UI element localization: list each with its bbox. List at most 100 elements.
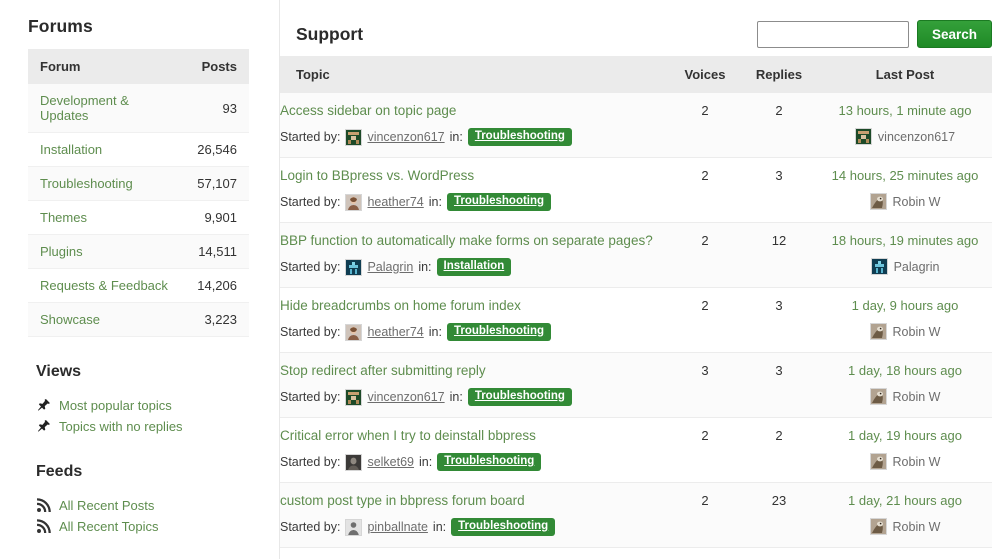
topic-link[interactable]: Access sidebar on topic page [280,103,670,119]
view-item[interactable]: Topics with no replies [36,416,249,437]
feed-item[interactable]: All Recent Posts [36,495,249,516]
last-post-time-link[interactable]: 1 day, 21 hours ago [818,493,992,509]
voices-cell: 2 [670,93,740,158]
last-post-time-link[interactable]: 13 hours, 1 minute ago [818,103,992,119]
avatar [854,128,872,145]
feed-link[interactable]: All Recent Posts [59,498,154,513]
avatar [870,258,888,275]
last-post-cell: 13 hours, 1 minute ago vincenzon617 [818,93,992,158]
forum-link[interactable]: Troubleshooting [40,176,133,191]
forum-badge[interactable]: Troubleshooting [467,388,572,406]
last-post-user-link[interactable]: Robin W [893,195,941,209]
in-label: in: [428,325,442,339]
last-post-user-link[interactable]: Robin W [893,520,941,534]
author-link[interactable]: selket69 [367,455,414,469]
forum-link[interactable]: Showcase [40,312,100,327]
forum-link[interactable]: Requests & Feedback [40,278,168,293]
forum-link[interactable]: Themes [40,210,87,225]
last-post-time-link[interactable]: 14 hours, 25 minutes ago [818,168,992,184]
topic-meta: Started by: pinballnate in: Troubleshooting [280,518,670,536]
avatar [345,388,363,406]
forum-name-cell: Development & Updates [28,84,186,133]
author-link[interactable]: vincenzon617 [367,130,444,144]
voices-col-header: Voices [670,56,740,93]
topic-meta: Started by: vincenzon617 in: Troubleshootin… [280,388,670,406]
author-link[interactable]: vincenzon617 [367,390,444,404]
last-post-user-link[interactable]: Robin W [893,455,941,469]
forum-table-head: Forum Posts [28,49,249,84]
view-link[interactable]: Most popular topics [59,398,172,413]
forum-name-cell: Troubleshooting [28,166,186,201]
last-post-cell: 14 hours, 25 minutes ago Robin W [818,157,992,223]
topic-link[interactable]: custom post type in bbpress forum board [280,493,670,509]
forum-link[interactable]: Installation [40,142,102,157]
author-link[interactable]: heather74 [367,195,423,209]
author-link[interactable]: pinballnate [367,520,427,534]
forum-badge[interactable]: Troubleshooting [446,323,552,341]
feed-link[interactable]: All Recent Topics [59,519,158,534]
avatar [345,128,363,146]
last-post-user-link[interactable]: vincenzon617 [878,130,955,144]
last-post-user-link[interactable]: Palagrin [894,260,940,274]
topic-link[interactable]: Critical error when I try to deinstall b… [280,428,670,444]
last-post-time-link[interactable]: 1 day, 9 hours ago [818,298,992,314]
topics-table-body: Access sidebar on topic page Started by: v… [280,93,992,559]
topic-cell: Stop redirect after submitting reply Star… [280,352,670,418]
last-post-cell: 1 day, 9 hours ago Robin W [818,287,992,353]
view-link[interactable]: Topics with no replies [59,419,183,434]
forum-badge[interactable]: Troubleshooting [437,453,542,471]
topic-meta: Started by: heather74 in: Troubleshooting [280,193,670,211]
last-post-cell: 1 day, 19 hours ago Robin W [818,417,992,483]
feed-item[interactable]: All Recent Topics [36,516,249,537]
forum-link[interactable]: Development & Updates [40,93,129,123]
last-post-user-link[interactable]: Robin W [893,325,941,339]
replies-cell: 3 [740,352,818,418]
last-post-user: Robin W [818,323,992,340]
table-row: BBP function to automatically make forms… [280,222,992,288]
topic-meta: Started by: selket69 in: Troubleshooting [280,453,670,471]
topic-col-header: Topic [280,56,670,93]
replies-cell: 12 [740,222,818,288]
last-post-user: Robin W [818,388,992,405]
forum-badge[interactable]: Installation [436,258,512,276]
author-link[interactable]: heather74 [367,325,423,339]
search-input[interactable] [756,20,909,48]
author-link[interactable]: Palagrin [367,260,413,274]
search-button[interactable]: Search [916,20,992,48]
forum-row: Development & Updates 93 [28,84,249,133]
forum-row: Showcase 3,223 [28,302,249,337]
topic-link[interactable]: Stop redirect after submitting reply [280,363,670,379]
sidebar-title: Forums [28,16,93,36]
forum-posts-cell: 26,546 [185,132,249,167]
last-post-cell: 18 hours, 19 minutes ago Palagrin [818,222,992,288]
voices-cell: 2 [670,287,740,353]
forum-list-table: Forum Posts Development & Updates 93 Insta… [28,49,249,337]
forum-posts-cell: 57,107 [185,166,249,201]
lastpost-col-header: Last Post [818,56,992,93]
topic-link[interactable]: Login to BBpress vs. WordPress [280,168,670,184]
table-row: Critical error when I try to deinstall b… [280,417,992,483]
view-item[interactable]: Most popular topics [36,395,249,416]
forum-posts-cell: 14,206 [185,268,249,303]
forum-table-body: Development & Updates 93 Installation 26,54… [28,84,249,337]
topic-link[interactable]: Hide breadcrumbs on home forum index [280,298,670,314]
forum-badge[interactable]: Troubleshooting [451,518,556,536]
in-label: in: [428,195,442,209]
views-title: Views [36,363,82,380]
forum-posts-cell: 9,901 [185,200,249,235]
forum-row: Themes 9,901 [28,200,249,235]
forum-posts-cell: 3,223 [185,302,249,337]
topic-cell: Access sidebar on topic page Started by: v… [280,93,670,158]
topic-link[interactable]: BBP function to automatically make forms… [280,233,670,249]
voices-cell: 3 [670,352,740,418]
last-post-time-link[interactable]: 18 hours, 19 minutes ago [818,233,992,249]
forum-name-cell: Installation [28,132,186,167]
forum-badge[interactable]: Troubleshooting [446,193,552,211]
search-form: Search [756,20,992,48]
last-post-time-link[interactable]: 1 day, 19 hours ago [818,428,992,444]
started-by-label: Started by: [280,130,341,144]
last-post-time-link[interactable]: 1 day, 18 hours ago [818,363,992,379]
last-post-user-link[interactable]: Robin W [893,390,941,404]
forum-link[interactable]: Plugins [40,244,83,259]
forum-badge[interactable]: Troubleshooting [467,128,572,146]
